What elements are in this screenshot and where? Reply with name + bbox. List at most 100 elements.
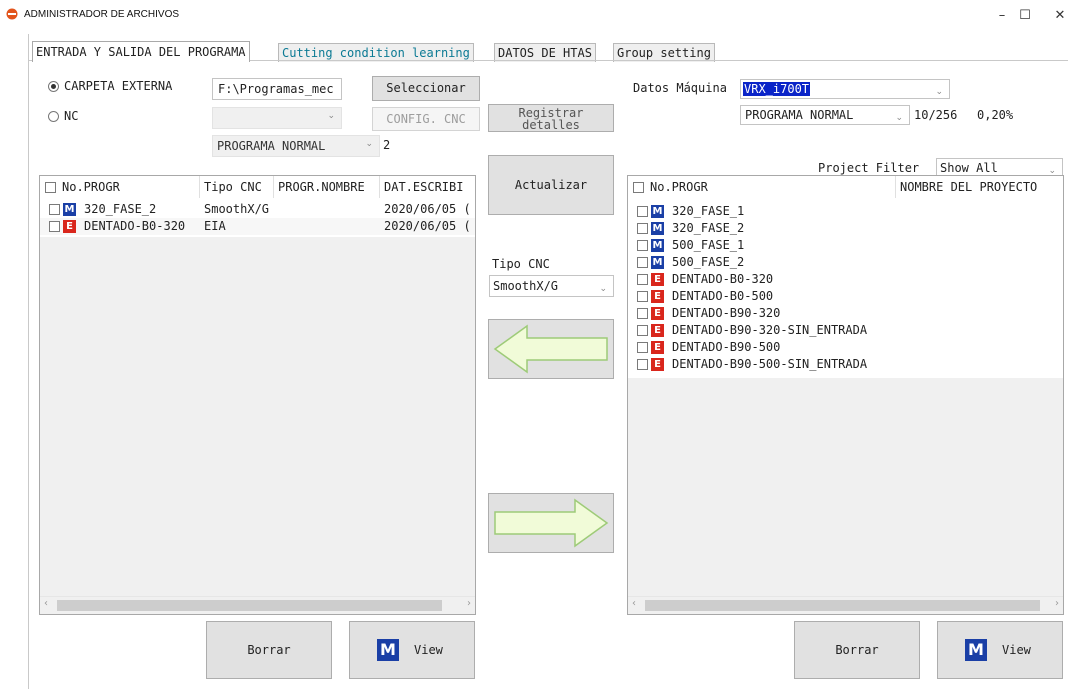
source-program-type-combo: PROGRAMA NORMAL ⌄: [212, 135, 380, 157]
project-filter-value: Show All: [940, 161, 998, 175]
row-checkbox[interactable]: [637, 206, 648, 217]
write-date: 2020/06/05 (: [384, 219, 471, 233]
chevron-down-icon: ⌄: [599, 284, 607, 294]
delete-right-button[interactable]: Borrar: [794, 621, 920, 679]
external-folder-label: CARPETA EXTERNA: [64, 79, 173, 93]
window-title: ADMINISTRADOR DE ARCHIVOS: [24, 9, 180, 20]
row-checkbox[interactable]: [637, 240, 648, 251]
scrollbar-thumb[interactable]: [645, 600, 1040, 611]
m-program-icon: M: [965, 639, 987, 661]
row-checkbox[interactable]: [49, 221, 60, 232]
select-all-checkbox[interactable]: [45, 182, 56, 193]
view-right-button[interactable]: M View: [937, 621, 1063, 679]
scrollbar-thumb[interactable]: [57, 600, 442, 611]
arrow-right-icon: [494, 498, 609, 548]
column-header-progr-nombre[interactable]: PROGR.NOMBRE: [274, 176, 380, 198]
scroll-left-icon[interactable]: ‹: [632, 598, 636, 609]
chevron-down-icon: ⌄: [935, 87, 943, 97]
column-header-no-progr[interactable]: No.PROGR: [628, 176, 896, 198]
cnc-type-value: SmoothX/G: [493, 279, 559, 293]
external-folder-radio[interactable]: [48, 81, 59, 92]
cnc-type: SmoothX/G: [204, 202, 270, 216]
cnc-type-select[interactable]: SmoothX/G ⌄: [489, 275, 614, 297]
select-all-checkbox[interactable]: [633, 182, 644, 193]
scroll-right-icon[interactable]: ›: [467, 598, 471, 609]
list-item[interactable]: M 500_FASE_1: [628, 237, 1063, 254]
pc-program-list[interactable]: No.PROGR Tipo CNC PROGR.NOMBRE DAT.ESCRI…: [39, 175, 476, 615]
m-program-icon: M: [377, 639, 399, 661]
transfer-left-button[interactable]: [488, 319, 614, 379]
nc-label: NC: [64, 109, 79, 123]
machine-usage: 10/256: [914, 108, 958, 122]
row-checkbox[interactable]: [637, 359, 648, 370]
column-header-dat-escribi[interactable]: DAT.ESCRIBI: [380, 176, 475, 198]
e-program-icon: E: [63, 220, 76, 233]
table-row[interactable]: E DENTADO-B0-320 EIA 2020/06/05 (: [40, 218, 475, 235]
nc-selector-combo: ⌄: [212, 107, 342, 129]
m-program-icon: M: [63, 203, 76, 216]
row-checkbox[interactable]: [637, 274, 648, 285]
list-item[interactable]: E DENTADO-B0-500: [628, 288, 1063, 305]
machine-usage-percent: 0,20%: [977, 108, 1014, 122]
transfer-right-button[interactable]: [488, 493, 614, 553]
row-checkbox[interactable]: [637, 291, 648, 302]
machine-select[interactable]: VRX_i700T ⌄: [740, 79, 950, 99]
m-program-icon: M: [651, 256, 664, 269]
row-checkbox[interactable]: [637, 257, 648, 268]
machine-program-type-select[interactable]: PROGRAMA NORMAL ⌄: [740, 105, 910, 125]
row-checkbox[interactable]: [49, 204, 60, 215]
list-item[interactable]: M 320_FASE_2: [628, 220, 1063, 237]
column-header-nombre-proyecto[interactable]: NOMBRE DEL PROYECTO: [896, 176, 1063, 198]
program-number: DENTADO-B90-500-SIN_ENTRADA: [672, 357, 868, 371]
list-item[interactable]: M 320_FASE_1: [628, 203, 1063, 220]
program-number: DENTADO-B90-320: [672, 306, 781, 320]
table-row[interactable]: M 320_FASE_2 SmoothX/G 2020/06/05 (: [40, 201, 475, 218]
column-header-no-progr[interactable]: No.PROGR: [40, 176, 200, 198]
horizontal-scrollbar[interactable]: ‹ ›: [628, 596, 1063, 614]
list-item[interactable]: E DENTADO-B90-500-SIN_ENTRADA: [628, 356, 1063, 373]
program-number: DENTADO-B90-320-SIN_ENTRADA: [672, 323, 868, 337]
list-item[interactable]: E DENTADO-B90-500: [628, 339, 1063, 356]
program-number: 500_FASE_1: [672, 238, 745, 252]
nc-program-list[interactable]: No.PROGR NOMBRE DEL PROYECTO M 320_FASE_…: [627, 175, 1064, 615]
delete-left-button[interactable]: Borrar: [206, 621, 332, 679]
horizontal-scrollbar[interactable]: ‹ ›: [40, 596, 475, 614]
chevron-down-icon: ⌄: [365, 139, 373, 149]
tab-entrada-salida[interactable]: ENTRADA Y SALIDA DEL PROGRAMA: [32, 41, 250, 62]
register-details-button[interactable]: Registrar detalles: [488, 104, 614, 132]
view-label: View: [1002, 643, 1031, 657]
list-item[interactable]: E DENTADO-B90-320: [628, 305, 1063, 322]
column-header-tipo-cnc[interactable]: Tipo CNC: [200, 176, 274, 198]
view-left-button[interactable]: M View: [349, 621, 475, 679]
close-button[interactable]: ✕: [1040, 4, 1068, 28]
list-item[interactable]: E DENTADO-B0-320: [628, 271, 1063, 288]
e-program-icon: E: [651, 324, 664, 337]
row-checkbox[interactable]: [637, 342, 648, 353]
config-cnc-button: CONFIG. CNC: [372, 107, 480, 131]
chevron-down-icon: ⌄: [327, 111, 335, 121]
row-checkbox[interactable]: [637, 223, 648, 234]
row-checkbox[interactable]: [637, 325, 648, 336]
folder-path-input[interactable]: F:\Programas_mec: [212, 78, 342, 100]
scroll-left-icon[interactable]: ‹: [44, 598, 48, 609]
list-item[interactable]: E DENTADO-B90-320-SIN_ENTRADA: [628, 322, 1063, 339]
nc-radio[interactable]: [48, 111, 59, 122]
write-date: 2020/06/05 (: [384, 202, 471, 216]
m-program-icon: M: [651, 205, 664, 218]
update-button[interactable]: Actualizar: [488, 155, 614, 215]
e-program-icon: E: [651, 307, 664, 320]
list-item[interactable]: M 500_FASE_2: [628, 254, 1063, 271]
program-number: DENTADO-B0-320: [84, 219, 186, 233]
project-filter-label: Project Filter: [818, 161, 920, 175]
cnc-type: EIA: [204, 219, 226, 233]
program-number: 500_FASE_2: [672, 255, 745, 269]
row-checkbox[interactable]: [637, 308, 648, 319]
arrow-left-icon: [493, 324, 608, 374]
select-folder-button[interactable]: Seleccionar: [372, 76, 480, 101]
maximize-button[interactable]: ☐: [1005, 4, 1045, 28]
program-number: DENTADO-B0-500: [672, 289, 774, 303]
source-program-type: PROGRAMA NORMAL: [217, 139, 326, 153]
e-program-icon: E: [651, 358, 664, 371]
scroll-right-icon[interactable]: ›: [1055, 598, 1059, 609]
machine-data-label: Datos Máquina: [633, 81, 727, 95]
